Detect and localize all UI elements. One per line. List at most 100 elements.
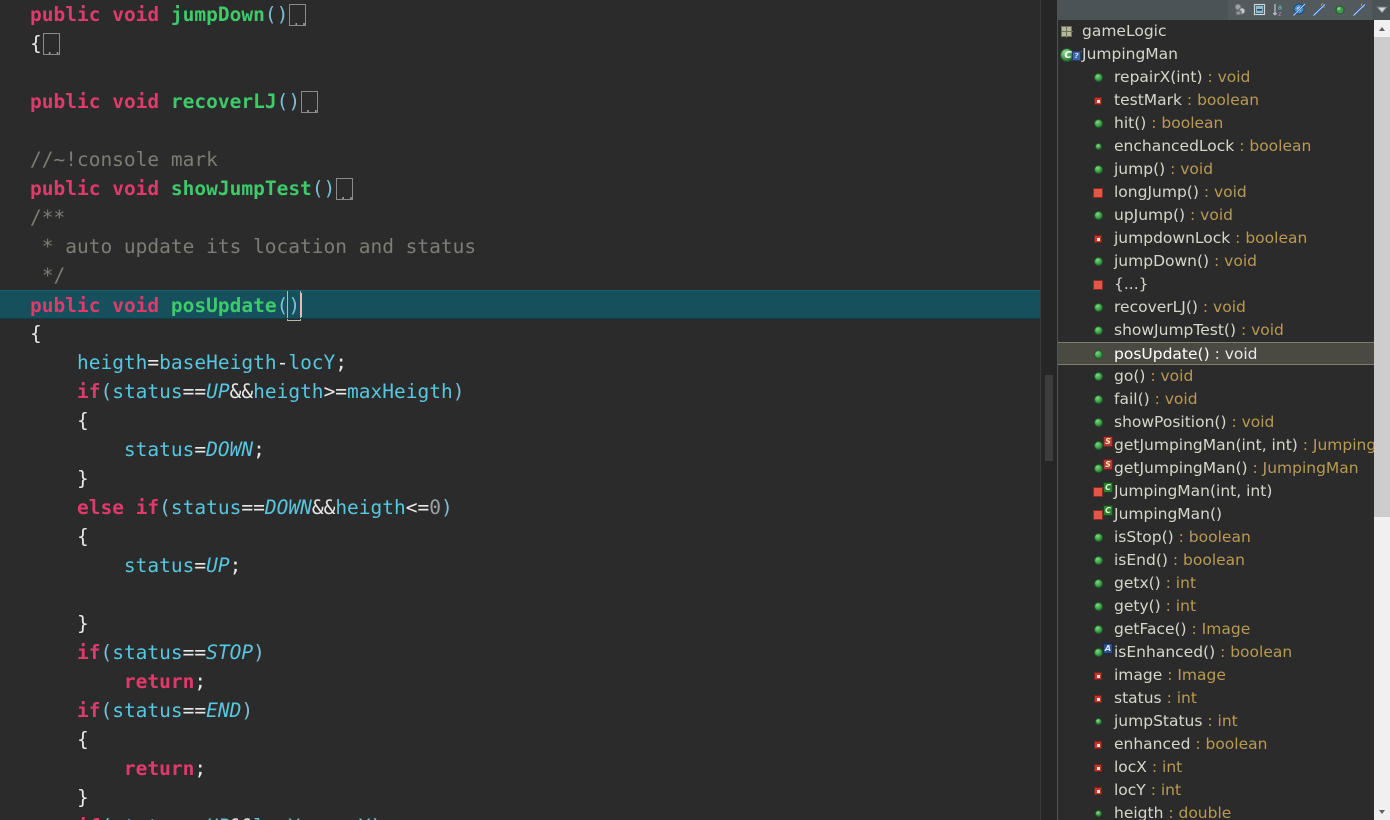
private-field-icon (1090, 89, 1110, 112)
sort-icon[interactable]: a z (1270, 1, 1290, 19)
outline-item[interactable]: jumpdownLock : boolean (1058, 227, 1375, 250)
code-token: ; (253, 438, 265, 461)
outline-item[interactable]: jump() : void (1058, 158, 1375, 181)
outline-item[interactable]: SgetJumpingMan() : JumpingMan (1058, 457, 1375, 480)
outline-item[interactable]: longJump() : void (1058, 181, 1375, 204)
folded-code-icon[interactable] (336, 178, 355, 202)
code-line[interactable]: public void recoverLJ() (0, 87, 1057, 116)
code-line[interactable]: public void showJumpTest() (0, 174, 1057, 203)
outline-item[interactable]: jumpDown() : void (1058, 250, 1375, 273)
outline-item[interactable]: heigth : double (1058, 802, 1375, 820)
code-line[interactable] (0, 116, 1057, 145)
outline-item[interactable]: jumpStatus : int (1058, 710, 1375, 733)
outline-vertical-scrollbar[interactable] (1374, 20, 1390, 820)
code-line[interactable]: if(status==UP&&heigth>=maxHeigth) (0, 377, 1057, 406)
outline-item[interactable]: showPosition() : void (1058, 411, 1375, 434)
editor-vertical-scrollbar[interactable] (1041, 0, 1057, 820)
outline-item[interactable]: ?JumpingMan (1058, 43, 1375, 66)
code-line[interactable]: { (0, 29, 1057, 58)
outline-item[interactable]: locY : int (1058, 779, 1375, 802)
hide-static-icon[interactable]: S (1310, 1, 1330, 19)
code-line[interactable]: return; (0, 667, 1057, 696)
code-token: { (76, 728, 89, 751)
outline-item[interactable]: status : int (1058, 687, 1375, 710)
code-editor[interactable]: public void jumpDown(){public void recov… (0, 0, 1057, 820)
outline-item[interactable]: AisEnhanced() : boolean (1058, 641, 1375, 664)
outline-item[interactable]: C JumpingMan() (1058, 503, 1375, 526)
code-line[interactable]: { (0, 725, 1057, 754)
outline-item[interactable]: repairX(int) : void (1058, 66, 1375, 89)
outline-item[interactable]: enhanced : boolean (1058, 733, 1375, 756)
hide-fields-icon[interactable] (1290, 1, 1310, 19)
code-line[interactable]: */ (0, 261, 1057, 290)
outline-tree[interactable]: gameLogic?JumpingManrepairX(int) : voidt… (1058, 20, 1375, 820)
code-token: END (206, 699, 242, 722)
code-line[interactable]: { (0, 522, 1057, 551)
outline-item[interactable]: testMark : boolean (1058, 89, 1375, 112)
private-method-icon (1090, 181, 1110, 204)
collapse-all-icon[interactable] (1250, 1, 1270, 19)
code-token: if (76, 641, 101, 664)
code-token: () (264, 3, 289, 26)
outline-item[interactable]: gety() : int (1058, 595, 1375, 618)
code-line[interactable]: { (0, 319, 1057, 348)
focus-on-active-task-icon[interactable] (1230, 1, 1250, 19)
outline-item[interactable]: {...} (1058, 273, 1375, 296)
outline-item[interactable]: hit() : boolean (1058, 112, 1375, 135)
code-line[interactable]: if(status==STOP) (0, 638, 1057, 667)
outline-item[interactable]: isEnd() : boolean (1058, 549, 1375, 572)
outline-scrollbar-thumb[interactable] (1374, 37, 1390, 517)
code-token: status (123, 438, 195, 461)
hide-nonpublic-icon[interactable] (1330, 1, 1350, 19)
code-line[interactable]: heigth=baseHeigth-locY; (0, 348, 1057, 377)
code-line[interactable] (0, 58, 1057, 87)
outline-item[interactable]: isStop() : boolean (1058, 526, 1375, 549)
outline-item[interactable]: fail() : void (1058, 388, 1375, 411)
code-text-area[interactable]: public void jumpDown(){public void recov… (0, 0, 1057, 820)
code-line[interactable]: } (0, 464, 1057, 493)
folded-code-icon[interactable] (289, 4, 308, 28)
code-line[interactable]: else if(status==DOWN&&heigth<=0) (0, 493, 1057, 522)
scroll-down-arrow-icon[interactable] (1374, 803, 1390, 820)
code-line[interactable]: //~!console mark (0, 145, 1057, 174)
code-line[interactable]: status=UP; (0, 551, 1057, 580)
outline-item[interactable]: SgetJumpingMan(int, int) : JumpingMan (1058, 434, 1375, 457)
code-line[interactable]: } (0, 609, 1057, 638)
hide-local-types-icon[interactable]: L (1350, 1, 1370, 19)
editor-scrollbar-thumb[interactable] (1045, 375, 1053, 461)
code-line[interactable]: return; (0, 754, 1057, 783)
outline-item[interactable]: getx() : int (1058, 572, 1375, 595)
code-line[interactable] (0, 580, 1057, 609)
code-line[interactable]: * auto update its location and status (0, 232, 1057, 261)
code-token: locY (253, 815, 300, 820)
code-line[interactable]: public void posUpdate() (0, 290, 1057, 321)
code-line[interactable]: if(status==END) (0, 696, 1057, 725)
outline-item[interactable]: upJump() : void (1058, 204, 1375, 227)
folded-code-icon[interactable] (301, 91, 320, 115)
outline-item[interactable]: gameLogic (1058, 20, 1375, 43)
view-menu-icon[interactable] (1372, 1, 1389, 19)
code-token: posUpdate (170, 294, 277, 317)
code-line[interactable]: if(status==UP&&locY<=maxY) (0, 812, 1057, 820)
outline-item[interactable]: go() : void (1058, 365, 1375, 388)
code-line[interactable]: { (0, 406, 1057, 435)
private-field-icon (1090, 687, 1110, 710)
code-line[interactable]: status=DOWN; (0, 435, 1057, 464)
code-token: = (147, 351, 160, 374)
code-token: showJumpTest (170, 177, 312, 200)
outline-item[interactable]: showJumpTest() : void (1058, 319, 1375, 342)
outline-item-label: enchancedLock (1114, 137, 1235, 155)
outline-item[interactable]: C JumpingMan(int, int) (1058, 480, 1375, 503)
outline-item-selected[interactable]: posUpdate() : void (1058, 342, 1375, 365)
code-line[interactable]: public void jumpDown() (0, 0, 1057, 29)
outline-item[interactable]: recoverLJ() : void (1058, 296, 1375, 319)
outline-item[interactable]: enchancedLock : boolean (1058, 135, 1375, 158)
outline-item[interactable]: getFace() : Image (1058, 618, 1375, 641)
code-line[interactable]: /** (0, 203, 1057, 232)
folded-code-icon[interactable] (42, 33, 61, 57)
code-token: heigth (253, 380, 324, 403)
code-line[interactable]: } (0, 783, 1057, 812)
outline-item[interactable]: image : Image (1058, 664, 1375, 687)
scroll-up-arrow-icon[interactable] (1374, 20, 1390, 37)
outline-item[interactable]: locX : int (1058, 756, 1375, 779)
